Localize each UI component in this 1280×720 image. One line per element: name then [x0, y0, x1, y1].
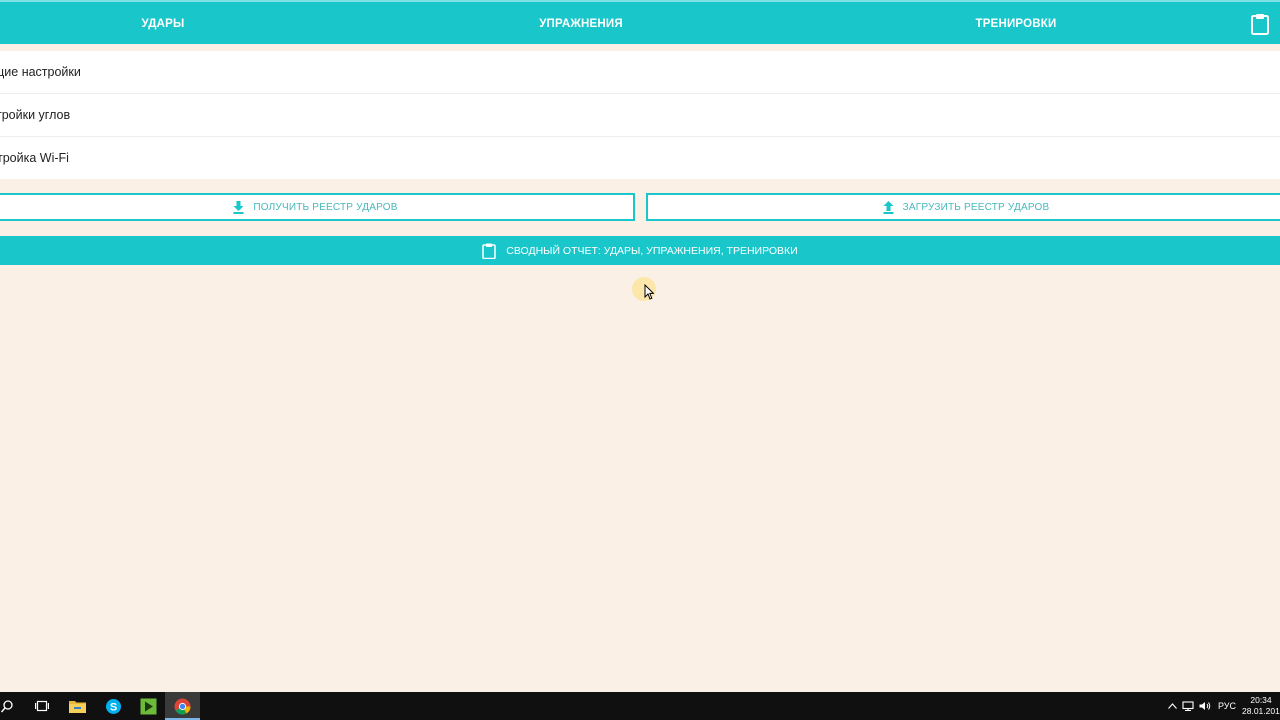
load-registry-label: ЗАГРУЗИТЬ РЕЕСТР УДАРОВ — [902, 201, 1050, 213]
tab-hits[interactable]: УДАРЫ — [142, 2, 185, 44]
settings-item-general[interactable]: щие настройки — [0, 51, 1280, 94]
network-icon[interactable] — [1181, 692, 1195, 720]
settings-item-label: тройка Wi-Fi — [0, 151, 69, 165]
svg-text:S: S — [109, 701, 116, 713]
clipboard-icon[interactable] — [1250, 13, 1270, 35]
file-explorer-icon[interactable] — [65, 692, 89, 720]
upload-icon — [883, 200, 894, 214]
search-icon[interactable] — [0, 692, 14, 720]
skype-icon[interactable]: S — [101, 692, 125, 720]
chevron-up-icon[interactable] — [1165, 692, 1179, 720]
settings-item-wifi[interactable]: тройка Wi-Fi — [0, 137, 1280, 179]
task-view-icon[interactable] — [30, 692, 54, 720]
settings-list: щие настройки тройки углов тройка Wi-Fi — [0, 51, 1280, 179]
clock-time: 20:34 — [1250, 695, 1272, 705]
settings-item-label: щие настройки — [0, 65, 81, 79]
tab-trainings[interactable]: ТРЕНИРОВКИ — [976, 2, 1057, 44]
summary-report-label: СВОДНЫЙ ОТЧЕТ: УДАРЫ, УПРАЖНЕНИЯ, ТРЕНИР… — [506, 244, 798, 257]
download-icon — [233, 200, 244, 214]
chrome-icon[interactable] — [165, 692, 200, 720]
system-clock[interactable]: 20:34 28.01.2018 — [1242, 695, 1280, 719]
get-registry-label: ПОЛУЧИТЬ РЕЕСТР УДАРОВ — [253, 201, 398, 213]
green-app-icon[interactable] — [136, 692, 160, 720]
clipboard-icon — [482, 243, 497, 259]
taskbar: S РУС 20:34 28.01.2018 — [0, 692, 1280, 720]
tab-exercises[interactable]: УПРАЖНЕНИЯ — [539, 2, 623, 44]
volume-icon[interactable] — [1198, 692, 1212, 720]
get-registry-button[interactable]: ПОЛУЧИТЬ РЕЕСТР УДАРОВ — [0, 193, 635, 221]
mouse-pointer-icon — [644, 284, 654, 300]
load-registry-button[interactable]: ЗАГРУЗИТЬ РЕЕСТР УДАРОВ — [646, 193, 1280, 221]
top-nav-bar: УДАРЫ УПРАЖНЕНИЯ ТРЕНИРОВКИ — [0, 0, 1280, 44]
clock-date: 28.01.2018 — [1242, 706, 1280, 716]
language-indicator[interactable]: РУС — [1216, 692, 1238, 720]
settings-item-label: тройки углов — [0, 108, 71, 122]
summary-report-button[interactable]: СВОДНЫЙ ОТЧЕТ: УДАРЫ, УПРАЖНЕНИЯ, ТРЕНИР… — [0, 236, 1280, 265]
settings-item-angles[interactable]: тройки углов — [0, 94, 1280, 137]
